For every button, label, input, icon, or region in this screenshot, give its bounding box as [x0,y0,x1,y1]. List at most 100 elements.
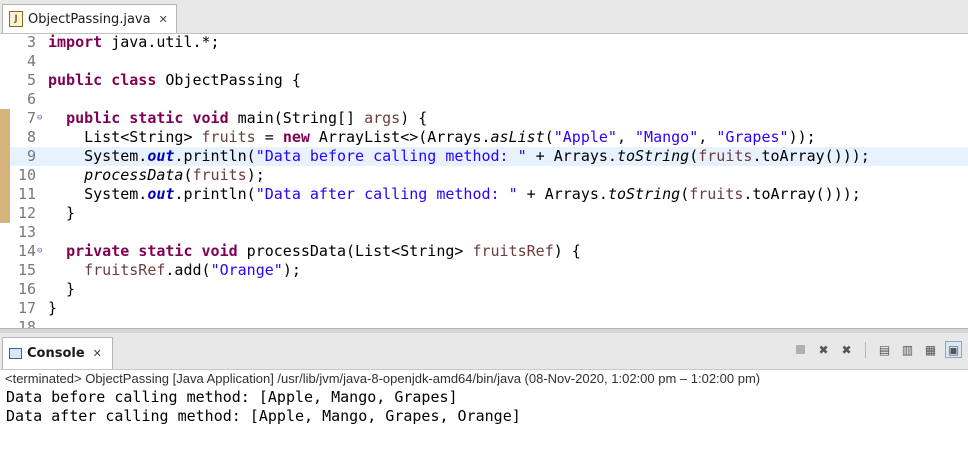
close-console-tab-icon[interactable]: ✕ [93,347,102,360]
code-token: void [201,242,238,260]
code-token: .toArray())); [743,185,861,203]
code-text: System.out.println("Data before calling … [48,147,870,166]
code-text: fruitsRef.add("Orange"); [48,261,301,280]
line-number: 12 [17,204,36,222]
code-token: } [48,204,76,222]
close-tab-icon[interactable]: ✕ [159,13,168,26]
remove-all-terminated-icon[interactable]: ✖ [838,341,855,358]
code-token: fruitsRef [472,242,554,260]
code-token: System. [48,185,148,203]
code-line[interactable]: 12 } [0,204,968,223]
code-line[interactable]: 18 [0,318,968,328]
line-number: 10 [17,166,36,184]
line-number: 9 [26,147,36,165]
line-number: 6 [26,90,36,108]
code-token: .add( [165,261,211,279]
stop-icon[interactable] [792,341,809,358]
console-tab[interactable]: Console ✕ [2,337,113,369]
change-marker [0,204,10,223]
code-text: public class ObjectPassing { [48,71,301,90]
code-token: static [138,242,193,260]
code-line[interactable]: 15 fruitsRef.add("Orange"); [0,261,968,280]
editor-tab-label: ObjectPassing.java [28,11,151,27]
change-marker [0,147,10,166]
code-line[interactable]: 4 [0,52,968,71]
editor-tab-objectpassing[interactable]: J ObjectPassing.java ✕ [2,4,177,33]
code-token: ( [689,147,699,165]
fold-toggle-icon[interactable]: ⊖ [37,109,42,128]
change-marker [0,90,10,109]
code-token: + Arrays. [526,147,617,165]
pin-console-icon[interactable]: ▣ [945,341,962,358]
line-number: 16 [17,280,36,298]
code-line[interactable]: 5 public class ObjectPassing { [0,71,968,90]
code-line[interactable]: 8 List<String> fruits = new ArrayList<>(… [0,128,968,147]
code-text: } [48,299,57,318]
code-token: List<String> [48,128,202,146]
toolbar-separator [865,341,866,358]
code-token: ) { [553,242,581,260]
line-number: 11 [17,185,36,203]
line-number: 14 [17,242,36,260]
change-marker [0,33,10,52]
code-token: java.util.*; [102,33,220,51]
code-line[interactable]: 7 ⊖ public static void main(String[] args… [0,109,968,128]
console-toolbar: ✖ ✖ ▤ ▥ ▦ ▣ [792,341,962,358]
code-token: fruits [192,166,247,184]
code-line[interactable]: 17} [0,299,968,318]
console-icon [9,348,22,359]
code-line[interactable]: 14 ⊖ private static void processData(List… [0,242,968,261]
code-token: ( [680,185,690,203]
code-token: } [48,280,76,298]
code-text: processData(fruits); [48,166,265,185]
console-output-line: Data after calling method: [Apple, Mango… [6,407,521,425]
console-output-line: Data before calling method: [Apple, Mang… [6,388,458,406]
code-token: ArrayList<>(Arrays. [309,128,491,146]
change-marker [0,166,10,185]
console-terminated-status: <terminated> ObjectPassing [Java Applica… [5,371,761,386]
fold-toggle-icon[interactable]: ⊖ [37,242,42,261]
console-tab-label: Console [27,346,85,361]
code-text: System.out.println("Data after calling m… [48,185,861,204]
code-token: private [66,242,130,260]
code-token: = [255,128,283,146]
code-token: main(String[] [228,109,365,127]
code-text: public static void main(String[] args) { [48,109,427,128]
code-token: "Mango" [635,128,699,146]
code-line[interactable]: 9 System.out.println("Data before callin… [0,147,968,166]
code-token: asList [490,128,545,146]
console-tabbar: Console ✕ ✖ ✖ ▤ ▥ ▦ ▣ [0,333,968,370]
change-marker [0,318,10,328]
code-token: .println( [174,147,256,165]
code-line[interactable]: 13 [0,223,968,242]
change-marker [0,71,10,90]
code-token: "Data before calling method: " [255,147,527,165]
change-marker [0,109,10,128]
clear-console-icon[interactable]: ▤ [876,341,893,358]
code-token: System. [48,147,148,165]
code-token: void [192,109,229,127]
code-editor[interactable]: 3 import java.util.*; 4 5 public class Objec… [0,33,968,328]
remove-launch-icon[interactable]: ✖ [815,341,832,358]
code-token: "Apple" [553,128,617,146]
code-line[interactable]: 3 import java.util.*; [0,33,968,52]
code-token: .println( [174,185,256,203]
line-number: 7 [26,109,36,127]
code-line[interactable]: 16 } [0,280,968,299]
line-number: 15 [17,261,36,279]
code-token: "Data after calling method: " [255,185,518,203]
line-number: 8 [26,128,36,146]
code-line[interactable]: 10 processData(fruits); [0,166,968,185]
code-token: processData(List<String> [237,242,473,260]
scroll-lock-icon[interactable]: ▥ [899,341,916,358]
code-token: out [147,147,175,165]
code-line[interactable]: 6 [0,90,968,109]
code-line[interactable]: 11 System.out.println("Data after callin… [0,185,968,204]
word-wrap-icon[interactable]: ▦ [922,341,939,358]
